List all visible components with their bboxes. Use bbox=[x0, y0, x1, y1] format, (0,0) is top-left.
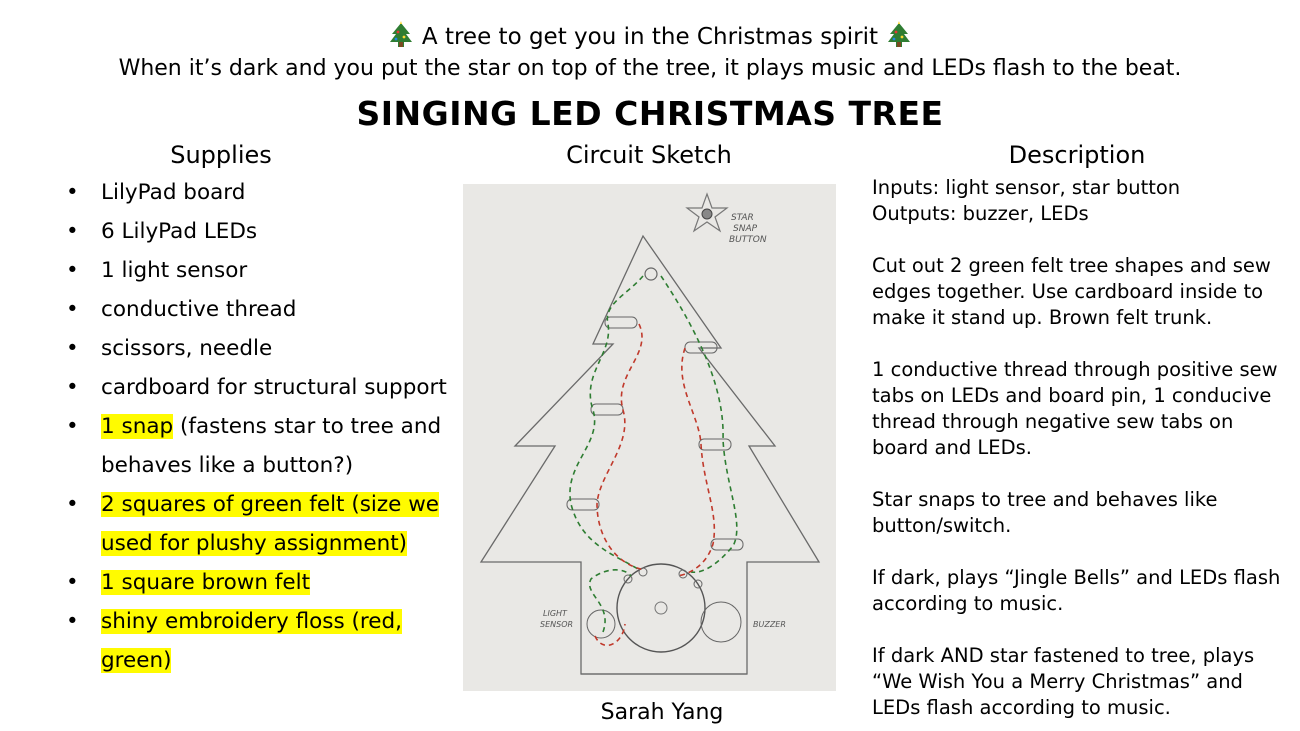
bullet: • bbox=[66, 219, 79, 244]
bullet: • bbox=[66, 570, 79, 595]
list-item: • scissors, needle bbox=[66, 329, 456, 368]
author-name: Sarah Yang bbox=[600, 700, 724, 725]
project-summary: When it’s dark and you put the star on t… bbox=[118, 56, 1182, 81]
led-right-2 bbox=[698, 438, 732, 451]
led-left-1 bbox=[604, 316, 638, 329]
description-paragraph: If dark AND star fastened to tree, plays… bbox=[872, 644, 1255, 719]
description-paragraph: Star snaps to tree and behaves like butt… bbox=[872, 488, 1218, 537]
christmas-tree-icon bbox=[888, 21, 911, 47]
list-item: • 1 square brown felt bbox=[66, 563, 456, 602]
description-paragraph: If dark, plays “Jingle Bells” and LEDs f… bbox=[872, 566, 1281, 615]
tagline: A tree to get you in the Christmas spiri… bbox=[0, 20, 1300, 54]
list-item: • 1 snap (fastens star to tree and behave… bbox=[66, 407, 456, 485]
description-paragraph: Cut out 2 green felt tree shapes and sew… bbox=[872, 254, 1271, 329]
led-right-3 bbox=[710, 538, 744, 551]
description-line: Inputs: light sensor, star button bbox=[872, 176, 1181, 199]
description-text: Inputs: light sensor, star button Output… bbox=[872, 175, 1294, 721]
bullet: • bbox=[66, 414, 79, 439]
supply-text: scissors, needle bbox=[101, 336, 273, 361]
circuit-sketch-heading: Circuit Sketch bbox=[566, 141, 732, 169]
list-item: • 1 light sensor bbox=[66, 251, 456, 290]
supply-text: 1 light sensor bbox=[101, 258, 248, 283]
lilypad-board bbox=[616, 563, 706, 653]
sketch-label-sensor: SENSOR bbox=[540, 620, 573, 629]
highlighted-text: 1 snap bbox=[101, 414, 174, 439]
list-item: • shiny embroidery floss (red, green) bbox=[66, 602, 456, 680]
sketch-label-buzzer: BUZZER bbox=[753, 620, 786, 629]
tagline-text: A tree to get you in the Christmas spiri… bbox=[421, 24, 879, 50]
buzzer bbox=[700, 601, 742, 643]
highlighted-text: 2 squares of green felt (size we used fo… bbox=[101, 492, 440, 556]
negative-thread bbox=[569, 275, 738, 633]
circuit-sketch-drawing: STAR SNAP BUTTON LIGHT SENSOR BUZZER bbox=[479, 192, 821, 675]
supply-text: cardboard for structural support bbox=[101, 375, 447, 400]
bullet: • bbox=[66, 297, 79, 322]
supplies-heading: Supplies bbox=[170, 141, 272, 169]
list-item: • LilyPad board bbox=[66, 173, 456, 212]
light-sensor bbox=[586, 609, 616, 639]
bullet: • bbox=[66, 336, 79, 361]
bullet: • bbox=[66, 258, 79, 283]
description-paragraph: Inputs: light sensor, star button Output… bbox=[872, 175, 1294, 227]
supply-text: 6 LilyPad LEDs bbox=[101, 219, 258, 244]
positive-thread bbox=[594, 323, 716, 647]
christmas-tree-icon bbox=[389, 21, 412, 47]
list-item: • 6 LilyPad LEDs bbox=[66, 212, 456, 251]
bullet: • bbox=[66, 375, 79, 400]
list-item: • 2 squares of green felt (size we used f… bbox=[66, 485, 456, 563]
page-title: SINGING LED CHRISTMAS TREE bbox=[356, 94, 944, 133]
highlighted-text: 1 square brown felt bbox=[101, 570, 311, 595]
list-item: • conductive thread bbox=[66, 290, 456, 329]
sketch-label-star: STAR bbox=[731, 213, 754, 223]
list-item: • cardboard for structural support bbox=[66, 368, 456, 407]
description-heading: Description bbox=[1008, 141, 1146, 169]
tree-outline bbox=[479, 234, 821, 675]
description-paragraph: 1 conductive thread through positive sew… bbox=[872, 358, 1278, 459]
supply-text: LilyPad board bbox=[101, 180, 246, 205]
sketch-label-snap: SNAP bbox=[733, 224, 758, 234]
supply-text: conductive thread bbox=[101, 297, 297, 322]
tree-top-snap bbox=[644, 267, 658, 281]
highlighted-text: shiny embroidery floss (red, green) bbox=[101, 609, 402, 673]
bullet: • bbox=[66, 492, 79, 517]
circuit-sketch-image: STAR SNAP BUTTON LIGHT SENSOR BUZZER bbox=[463, 184, 836, 691]
sketch-label-button: BUTTON bbox=[729, 235, 767, 245]
snap-icon bbox=[701, 208, 713, 220]
bullet: • bbox=[66, 609, 79, 634]
led-left-2 bbox=[590, 403, 624, 416]
bullet: • bbox=[66, 180, 79, 205]
sketch-label-light: LIGHT bbox=[543, 609, 568, 618]
description-line: Outputs: buzzer, LEDs bbox=[872, 202, 1089, 225]
supplies-list: • LilyPad board • 6 LilyPad LEDs • 1 light … bbox=[66, 173, 456, 680]
